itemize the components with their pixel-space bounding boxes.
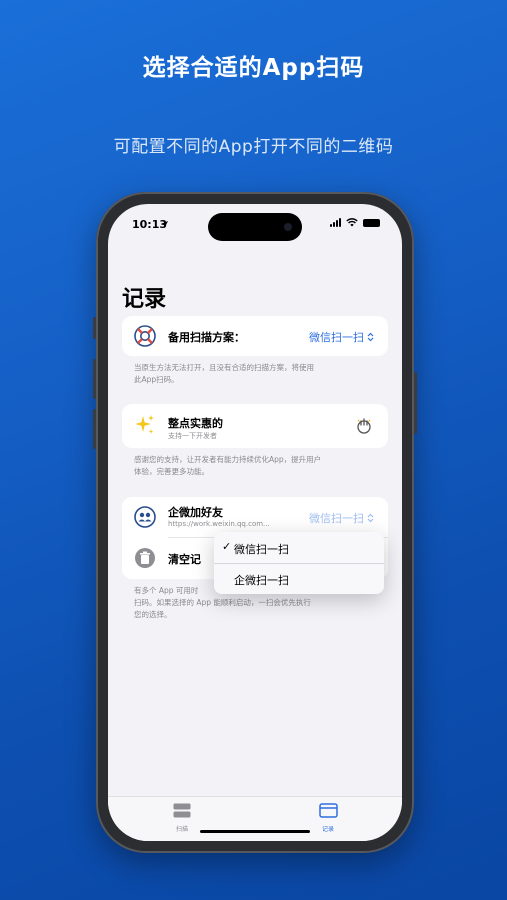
support-footnote-line: 体验，完善更多功能。 [134, 467, 209, 476]
lifebuoy-icon [134, 325, 156, 347]
menu-item-label: 微信扫一扫 [234, 543, 289, 556]
backup-scan-footnote-line: 此App扫码。 [134, 375, 179, 384]
volume-up-button [93, 359, 96, 399]
backup-scan-footnote-line: 当原生方法无法打开，且没有合适的扫描方案，将使用 [134, 363, 314, 372]
group-contacts-icon [134, 506, 156, 528]
trash-icon [135, 548, 155, 568]
phone-screen: 10:13 记录 备用扫描方案： 微信扫一扫 当原生方法无法打开，且没有合适的扫… [108, 204, 402, 841]
record-footnote-line: 您的选择。 [134, 610, 172, 619]
tab-scan[interactable]: 扫描 [152, 803, 212, 833]
backup-scan-card[interactable]: 备用扫描方案： 微信扫一扫 [122, 316, 388, 356]
power-button [414, 372, 417, 434]
chevron-updown-icon [367, 332, 374, 342]
promo-headline: 选择合适的App扫码 [142, 55, 365, 81]
record-app-value: 微信扫一扫 [309, 512, 364, 525]
backup-scan-footnote: 当原生方法无法打开，且没有合适的扫描方案，将使用 此App扫码。 [134, 362, 380, 386]
menu-item-label: 企微扫一扫 [234, 574, 289, 587]
tip-hand-icon [357, 418, 371, 434]
camera-icon [284, 223, 292, 231]
record-app-select[interactable]: 微信扫一扫 [309, 510, 374, 526]
backup-scan-value: 微信扫一扫 [309, 331, 364, 344]
home-indicator [200, 830, 310, 833]
record-icon [318, 803, 338, 818]
phone-frame: 10:13 记录 备用扫描方案： 微信扫一扫 当原生方法无法打开，且没有合适的扫… [93, 192, 417, 853]
page-title: 记录 [122, 287, 167, 312]
clear-records-label: 清空记 [168, 553, 201, 566]
location-arrow-icon [160, 220, 169, 229]
backup-scan-label: 备用扫描方案： [168, 331, 245, 344]
menu-item-wecom-scan[interactable]: 企微扫一扫 [214, 563, 384, 594]
battery-icon [363, 218, 380, 227]
chevron-updown-icon [367, 513, 374, 523]
record-footnote-line: 扫码。如果选择的 App 能顺利启动，一扫会优先执行 [134, 598, 311, 607]
app-select-menu: ✓ 微信扫一扫 企微扫一扫 [214, 532, 384, 594]
dynamic-island [208, 213, 302, 241]
record-row[interactable]: 企微加好友 https://work.weixin.qq.com... 微信扫一… [122, 497, 388, 537]
tab-records[interactable]: 记录 [298, 803, 358, 833]
record-title: 企微加好友 [168, 506, 223, 519]
mute-switch [93, 317, 96, 339]
promo-subline: 可配置不同的App打开不同的二维码 [113, 137, 394, 157]
support-footnote-line: 感谢您的支持，让开发者有能力持续优化App，提升用户 [134, 455, 322, 464]
backup-scan-select[interactable]: 微信扫一扫 [309, 329, 374, 345]
record-url: https://work.weixin.qq.com... [168, 520, 270, 528]
cellular-signal-icon [330, 218, 341, 227]
support-subtitle: 支持一下开发者 [168, 432, 217, 440]
sparkles-icon [135, 415, 154, 434]
checkmark-icon: ✓ [222, 540, 232, 553]
support-card[interactable]: 整点实惠的 支持一下开发者 [122, 404, 388, 448]
support-footnote: 感谢您的支持，让开发者有能力持续优化App，提升用户 体验，完善更多功能。 [134, 454, 380, 478]
support-title: 整点实惠的 [168, 417, 223, 430]
menu-item-wechat-scan[interactable]: ✓ 微信扫一扫 [214, 532, 384, 563]
wifi-icon [346, 218, 358, 227]
tab-bar: 扫描 记录 [108, 796, 402, 841]
scan-icon [173, 803, 191, 818]
status-indicators [330, 218, 380, 227]
volume-down-button [93, 409, 96, 449]
